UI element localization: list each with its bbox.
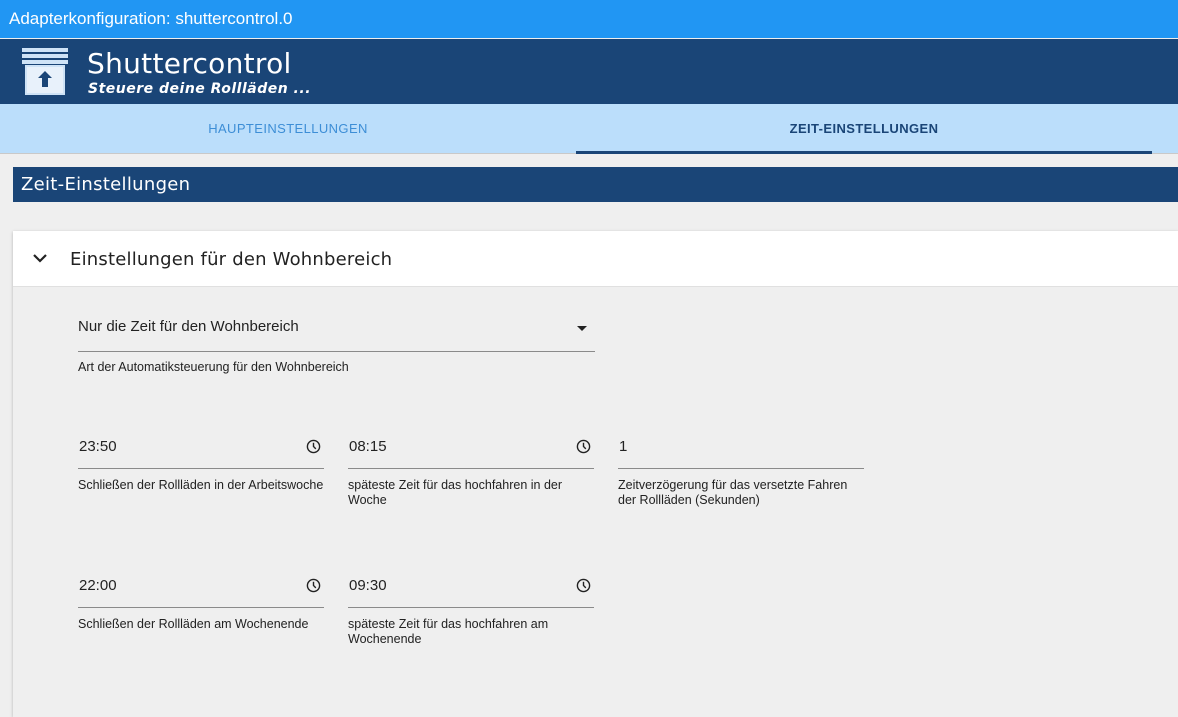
- field-value: 08:15: [349, 438, 387, 455]
- window-title: Adapterkonfiguration: shuttercontrol.0: [0, 0, 1178, 38]
- automation-mode-select[interactable]: Nur die Zeit für den Wohnbereich: [78, 311, 595, 352]
- app-title: Shuttercontrol: [87, 47, 292, 80]
- clock-icon[interactable]: [576, 439, 591, 454]
- weekday-close-time-field: 23:50 Schließen der Rollläden in der Arb…: [78, 428, 324, 493]
- dropdown-arrow-icon[interactable]: [577, 326, 587, 331]
- field-helper-text: späteste Zeit für das hochfahren am Woch…: [348, 617, 549, 646]
- weekday-close-time-input[interactable]: 23:50: [78, 428, 324, 469]
- active-tab-indicator: [576, 151, 1152, 154]
- tab-haupteinstellungen[interactable]: HAUPTEINSTELLUNGEN: [0, 104, 576, 154]
- clock-icon[interactable]: [576, 578, 591, 593]
- chevron-down-icon[interactable]: [31, 249, 49, 267]
- field-helper-text: Zeitverzögerung für das versetzte Fahren…: [618, 478, 848, 507]
- delay-seconds-input[interactable]: 1: [618, 428, 864, 469]
- app-subtitle: Steuere deine Rollläden ...: [88, 81, 312, 97]
- weekday-open-time-field: 08:15 späteste Zeit für das hochfahren i…: [348, 428, 594, 508]
- weekday-open-time-input[interactable]: 08:15: [348, 428, 594, 469]
- weekend-open-time-input[interactable]: 09:30: [348, 567, 594, 608]
- field-helper-text: Schließen der Rollläden in der Arbeitswo…: [78, 478, 324, 492]
- app-header: Shuttercontrol Steuere deine Rollläden .…: [0, 39, 1178, 104]
- field-value: 23:50: [79, 438, 117, 455]
- select-value: Nur die Zeit für den Wohnbereich: [78, 318, 299, 335]
- clock-icon[interactable]: [306, 578, 321, 593]
- field-value: 09:30: [349, 577, 387, 594]
- clock-icon[interactable]: [306, 439, 321, 454]
- weekend-open-time-field: 09:30 späteste Zeit für das hochfahren a…: [348, 567, 594, 647]
- section-title: Zeit-Einstellungen: [13, 167, 1178, 202]
- field-helper-text: späteste Zeit für das hochfahren in der …: [348, 478, 563, 507]
- field-value: 1: [619, 438, 628, 455]
- select-helper-text: Art der Automatiksteuerung für den Wohnb…: [78, 360, 349, 374]
- tab-zeit-einstellungen[interactable]: ZEIT-EINSTELLUNGEN: [576, 104, 1152, 154]
- weekend-close-time-field: 22:00 Schließen der Rollläden am Wochene…: [78, 567, 324, 632]
- panel-header[interactable]: Einstellungen für den Wohnbereich: [13, 231, 1178, 287]
- delay-seconds-field: 1 Zeitverzögerung für das versetzte Fahr…: [618, 428, 864, 508]
- weekend-close-time-input[interactable]: 22:00: [78, 567, 324, 608]
- tab-bar: HAUPTEINSTELLUNGEN ZEIT-EINSTELLUNGEN: [0, 104, 1178, 154]
- field-value: 22:00: [79, 577, 117, 594]
- shutter-logo-icon: [22, 48, 68, 95]
- panel-title: Einstellungen für den Wohnbereich: [70, 249, 393, 270]
- field-helper-text: Schließen der Rollläden am Wochenende: [78, 617, 309, 631]
- settings-panel: Einstellungen für den Wohnbereich Nur di…: [13, 231, 1178, 717]
